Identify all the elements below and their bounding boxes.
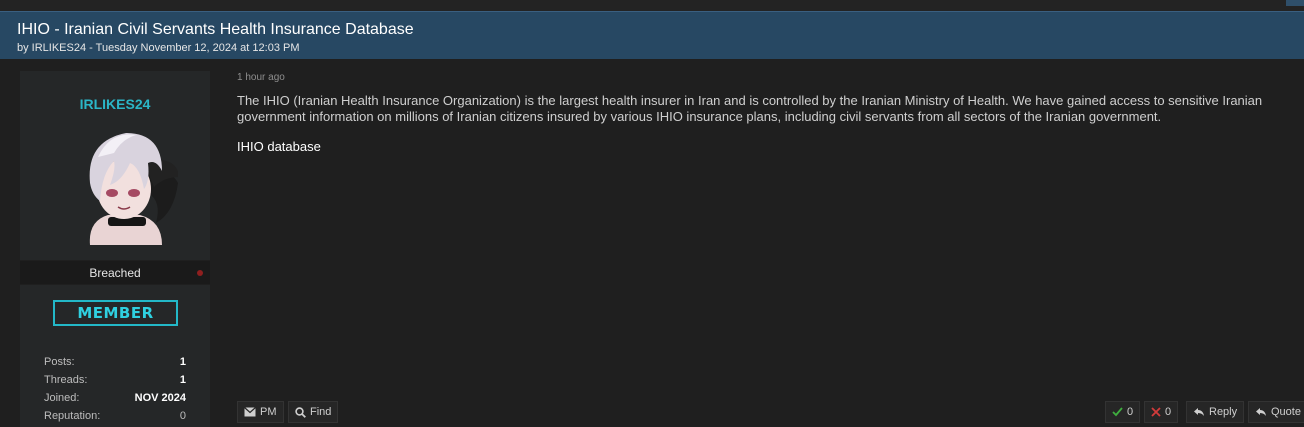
downvote-button[interactable]: 0 xyxy=(1144,401,1179,423)
stat-threads: Threads: 1 xyxy=(44,371,186,389)
stat-joined: Joined: NOV 2024 xyxy=(44,389,186,407)
stat-value[interactable]: 1 xyxy=(180,353,186,371)
stat-reputation: Reputation: 0 xyxy=(44,407,186,425)
stat-value[interactable]: 1 xyxy=(180,371,186,389)
upvote-count: 0 xyxy=(1127,406,1134,418)
post: IRLIKES24 Breached MEMBER Posts: 1 Threa… xyxy=(0,59,1304,427)
stat-posts: Posts: 1 xyxy=(44,353,186,371)
scroll-corner xyxy=(1286,0,1304,6)
find-button[interactable]: Find xyxy=(288,401,339,423)
quote-icon xyxy=(1256,408,1266,416)
pm-button[interactable]: PM xyxy=(237,401,284,423)
check-icon xyxy=(1112,407,1123,417)
reply-label: Reply xyxy=(1209,406,1238,418)
thread-meta: by IRLIKES24 - Tuesday November 12, 2024… xyxy=(17,42,300,54)
avatar[interactable] xyxy=(70,123,178,245)
user-status: Breached xyxy=(89,266,141,280)
top-strip xyxy=(0,0,1304,11)
author-username[interactable]: IRLIKES24 xyxy=(20,96,210,112)
author-panel: IRLIKES24 Breached MEMBER Posts: 1 Threa… xyxy=(20,71,210,427)
reply-button[interactable]: Reply xyxy=(1186,401,1245,423)
offline-indicator-icon xyxy=(197,270,203,276)
search-icon xyxy=(295,406,306,418)
rank-badge: MEMBER xyxy=(53,300,178,326)
author-stats: MEMBER Posts: 1 Threads: 1 Joined: NOV 2… xyxy=(20,285,210,427)
quote-button[interactable]: Quote xyxy=(1248,401,1304,423)
downvote-count: 0 xyxy=(1165,406,1172,418)
stat-value: NOV 2024 xyxy=(134,392,186,404)
quote-label: Quote xyxy=(1271,406,1301,418)
upvote-button[interactable]: 0 xyxy=(1105,401,1141,423)
thread-header: IHIO - Iranian Civil Servants Health Ins… xyxy=(0,11,1304,59)
stat-value[interactable]: 0 xyxy=(180,407,186,425)
close-icon xyxy=(1151,407,1161,417)
post-time: 1 hour ago xyxy=(237,72,285,83)
post-link[interactable]: IHIO database xyxy=(237,139,321,154)
author-card: IRLIKES24 xyxy=(20,71,210,260)
find-label: Find xyxy=(310,406,332,418)
thread-title: IHIO - Iranian Civil Servants Health Ins… xyxy=(17,21,414,38)
post-text: The IHIO (Iranian Health Insurance Organ… xyxy=(237,93,1263,124)
status-bar: Breached xyxy=(20,261,210,284)
reply-icon xyxy=(1194,408,1204,416)
stat-label: Joined: xyxy=(44,392,80,404)
stat-label: Posts: xyxy=(44,356,75,368)
stat-label: Threads: xyxy=(44,374,88,386)
pm-label: PM xyxy=(260,406,277,418)
stat-label: Reputation: xyxy=(44,410,101,422)
envelope-icon xyxy=(244,407,256,417)
